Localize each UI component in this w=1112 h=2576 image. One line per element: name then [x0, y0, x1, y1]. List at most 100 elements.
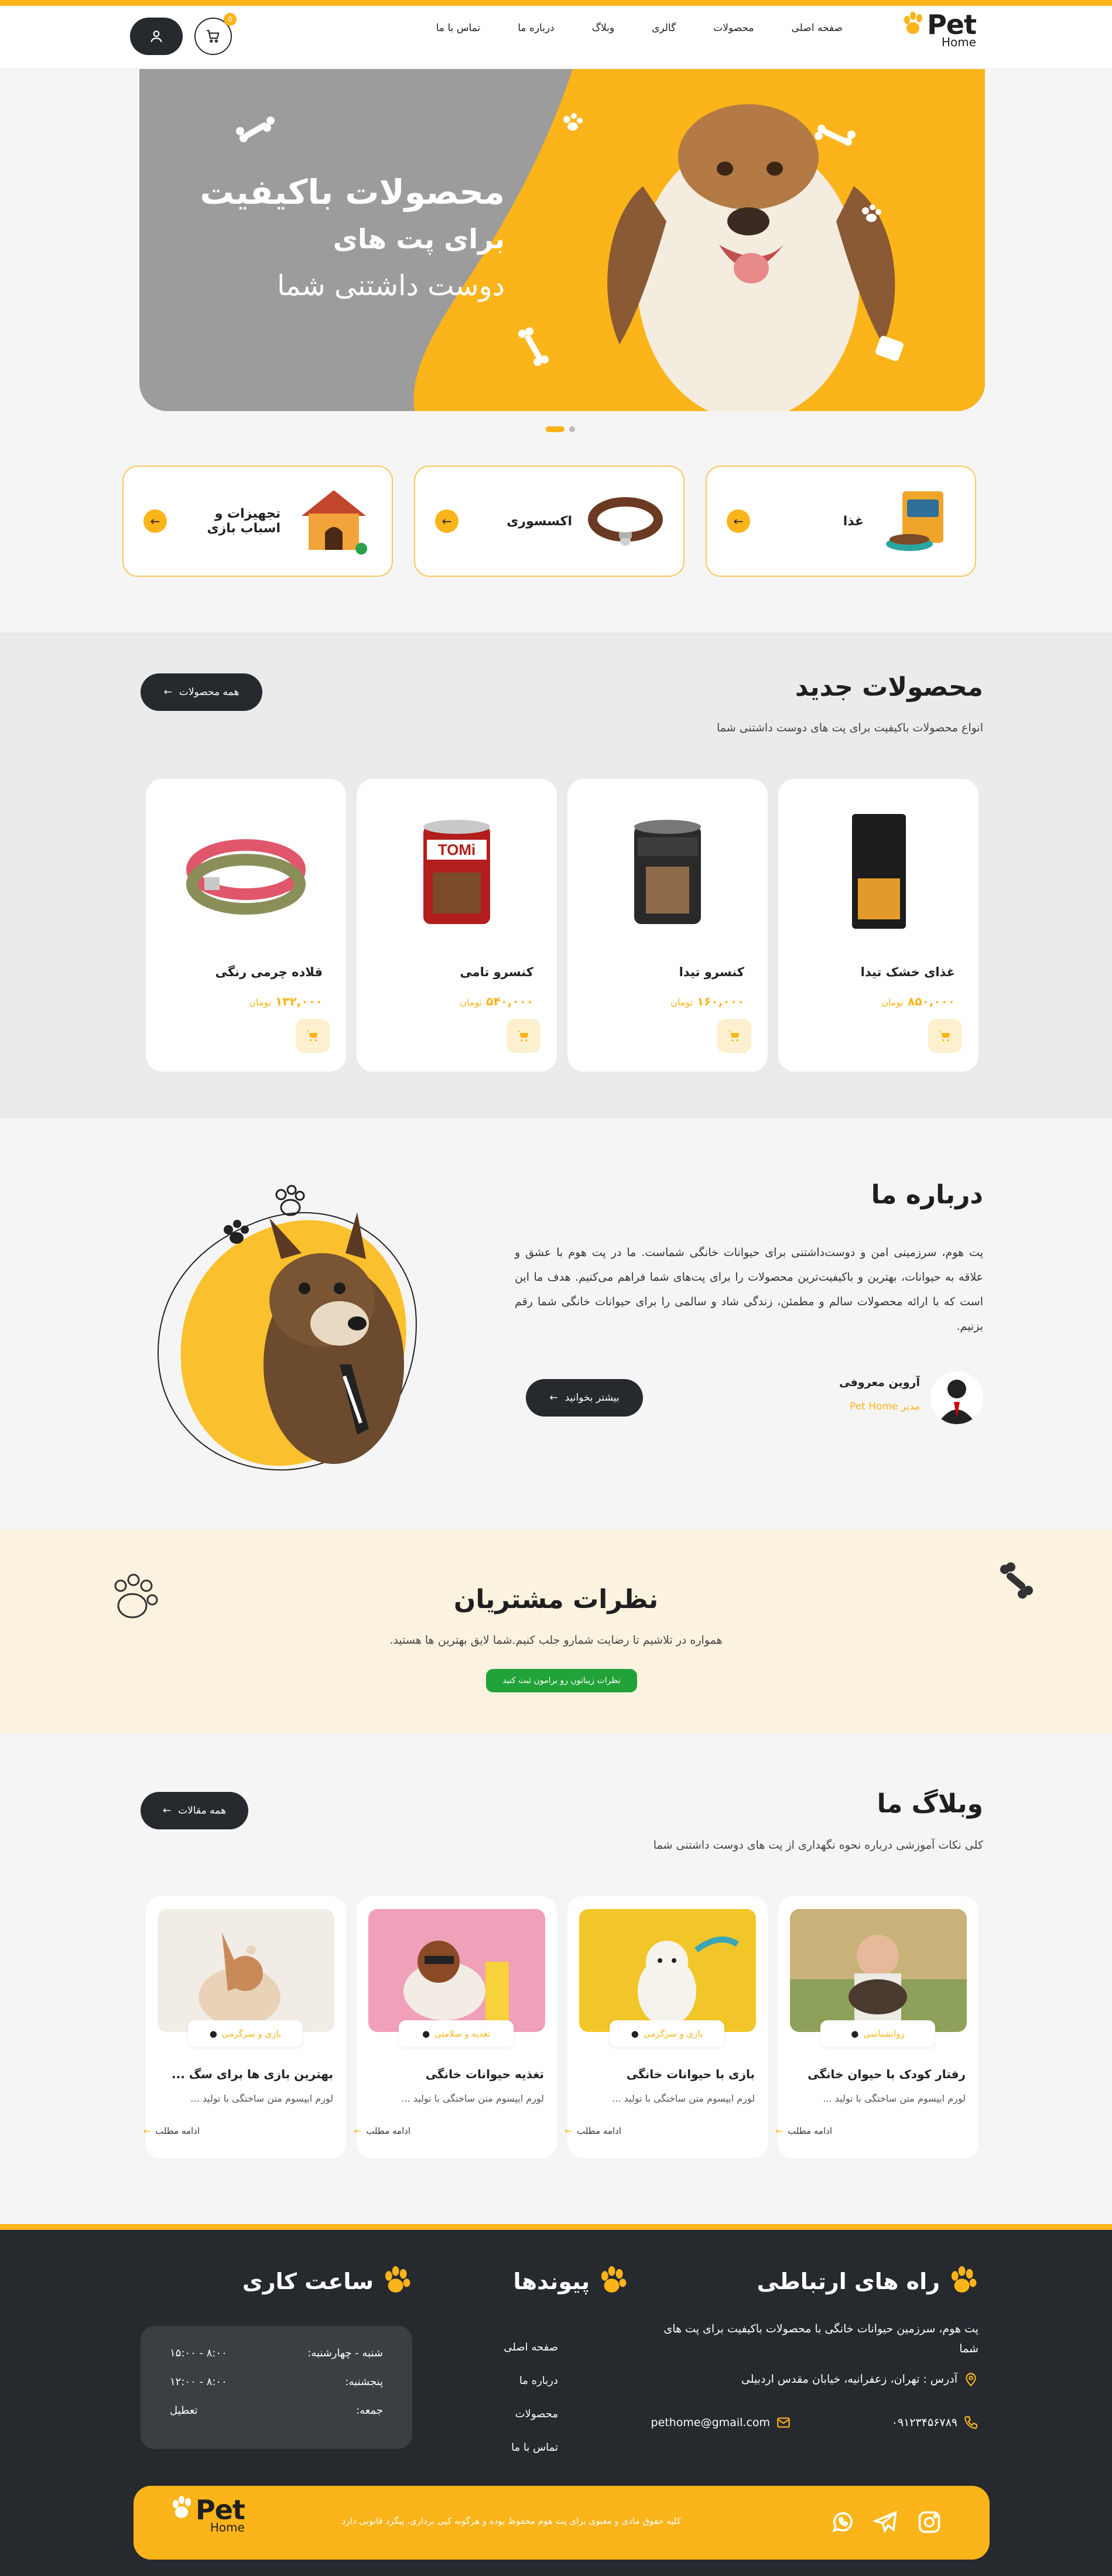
hero-headline: محصولات باکیفیت برای پت های دوست داشتنی … [200, 169, 505, 309]
all-products-button[interactable]: همه محصولات ← [141, 673, 262, 711]
paw-icon: ● [851, 2028, 859, 2039]
footer-logo[interactable]: Pet Home [170, 2496, 245, 2534]
product-image: TOMi [423, 820, 490, 924]
add-to-cart-button[interactable] [928, 1019, 962, 1053]
arrow-left-icon: ← [564, 2126, 573, 2136]
user-icon [150, 30, 162, 43]
arrow-left-icon: ← [163, 686, 172, 698]
blog-desc: لورم ایپسوم متن ساختگی با تولید ... [612, 2093, 755, 2104]
whatsapp-icon[interactable] [830, 2509, 856, 2535]
paw-logo-icon [173, 2496, 191, 2518]
nav-home[interactable]: صفحه اصلی [792, 22, 843, 34]
product-name: قلاده چرمی رنگی [215, 965, 323, 979]
cart-icon [207, 30, 220, 43]
instagram-icon[interactable] [916, 2509, 942, 2535]
blog-read-more[interactable]: ادامه مطلب ← [776, 2126, 832, 2136]
all-articles-button[interactable]: همه مقالات ← [141, 1792, 248, 1829]
arrow-left-icon: ← [162, 1805, 172, 1816]
read-more-button[interactable]: بیشتر بخوانید ← [526, 1379, 643, 1417]
product-card[interactable]: غذای خشک تیدا ۸۵۰,۰۰۰ تومان [778, 779, 978, 1072]
product-image [186, 839, 306, 915]
arrow-left-icon: ← [143, 2126, 151, 2136]
paw-icon [951, 2266, 977, 2293]
testimonials-title: نظرات مشتریان [453, 1585, 659, 1614]
add-to-cart-button[interactable] [507, 1019, 540, 1053]
user-account-button[interactable] [130, 18, 183, 55]
footer-link-contact[interactable]: تماس با ما [504, 2431, 558, 2464]
all-articles-label: همه مقالات [178, 1805, 227, 1816]
blog-read-more[interactable]: ادامه مطلب ← [565, 2126, 621, 2136]
footer-hours-title: ساعت کاری [242, 2266, 412, 2297]
blog-card[interactable]: تغذیه و سلامتی ● تغذیه حیوانات خانگی لورم… [354, 1896, 557, 2158]
product-card[interactable]: TOMi کنسرو تامی ۵۴۰,۰۰۰ تومان [357, 779, 557, 1072]
top-accent-bar [0, 0, 1112, 6]
svg-text:TOMi: TOMi [438, 841, 476, 858]
cart-icon [728, 1031, 740, 1042]
footer-link-products[interactable]: محصولات [504, 2397, 558, 2431]
slider-dot[interactable] [569, 426, 575, 432]
arrow-left-icon: ← [775, 2126, 783, 2136]
location-icon [966, 2373, 976, 2387]
add-to-cart-button[interactable] [296, 1019, 330, 1053]
paw-icon [385, 2266, 410, 2293]
hero-banner: محصولات باکیفیت برای پت های دوست داشتنی … [139, 69, 985, 411]
arrow-left-icon[interactable]: ← [435, 509, 459, 533]
nav-about[interactable]: درباره ما [518, 22, 555, 34]
product-name: کنسرو تیدا [679, 965, 744, 979]
hero-line-3: دوست داشتنی شما [277, 269, 505, 302]
product-card[interactable]: قلاده چرمی رنگی ۱۳۲,۰۰۰ تومان [146, 779, 346, 1072]
blog-card[interactable]: بازی و سرگرمی ● بهترین بازی ها برای سگ ..… [143, 1896, 346, 2158]
product-price: ۱۳۲,۰۰۰ تومان [249, 994, 323, 1008]
blog-title: وبلاگ ما [877, 1789, 983, 1819]
telegram-icon[interactable] [873, 2509, 899, 2535]
blog-title-text: تغذیه حیوانات خانگی [425, 2067, 544, 2081]
mail-icon [777, 2417, 790, 2428]
category-card-food[interactable]: غذا ← [706, 466, 976, 577]
about-title: درباره ما [871, 1180, 983, 1210]
submit-review-button[interactable]: نظرات زیباتون رو برامون ثبت کنید [486, 1669, 637, 1692]
blog-read-more[interactable]: ادامه مطلب ← [143, 2126, 200, 2136]
footer-links-title: پیوندها [514, 2266, 628, 2297]
blog-read-more[interactable]: ادامه مطلب ← [354, 2126, 410, 2136]
nav-contact[interactable]: تماس با ما [436, 22, 481, 34]
product-image [634, 820, 701, 924]
blog-image [579, 1909, 756, 2032]
site-logo[interactable]: Pet Home [901, 11, 977, 49]
paw-outline-icon [114, 1573, 158, 1619]
category-card-toys[interactable]: تجهیزات و اسباب بازی ← [122, 466, 393, 577]
category-card-accessory[interactable]: اکسسوری ← [414, 466, 685, 577]
blog-tag: روانشناسی ● [820, 2020, 935, 2047]
blog-desc: لورم ایپسوم متن ساختگی با تولید ... [190, 2093, 333, 2104]
testimonials-section [0, 1530, 1112, 1733]
blog-title-text: رفتار کودک با حیوان خانگی [808, 2067, 966, 2081]
blog-title-text: بازی با حیوانات خانگی [626, 2067, 755, 2081]
arrow-left-icon[interactable]: ← [727, 509, 750, 533]
blog-card[interactable]: روانشناسی ● رفتار کودک با حیوان خانگی لور… [776, 1896, 978, 2158]
category-label: تجهیزات و اسباب بازی [207, 507, 280, 536]
arrow-left-icon[interactable]: ← [143, 509, 167, 533]
about-text: پت هوم، سرزمینی امن و دوست‌داشتنی برای ح… [515, 1246, 983, 1333]
footer-email[interactable]: pethome@gmail.com [651, 2413, 791, 2433]
blog-image [790, 1909, 967, 2032]
add-to-cart-button[interactable] [717, 1019, 751, 1053]
footer-link-home[interactable]: صفحه اصلی [504, 2331, 558, 2364]
products-title: محصولات جدید [795, 672, 983, 702]
blog-card[interactable]: بازی و سرگرمی ● بازی با حیوانات خانگی لور… [565, 1896, 768, 2158]
nav-gallery[interactable]: گالری [652, 22, 676, 34]
main-nav: صفحه اصلی محصولات گالری وبلاگ درباره ما … [436, 22, 843, 34]
nav-products[interactable]: محصولات [713, 22, 754, 34]
blog-title-text: بهترین بازی ها برای سگ ... [172, 2067, 333, 2081]
paw-icon [601, 2266, 627, 2293]
footer-phone[interactable]: ۰۹۱۲۳۴۵۶۷۸۹ [892, 2413, 978, 2433]
author-name: آروین معروفی [839, 1376, 920, 1389]
slider-dot-active[interactable] [546, 426, 564, 432]
user-icon [937, 1380, 976, 1424]
author-role: مدیر Pet Home [850, 1401, 920, 1412]
nav-blog[interactable]: وبلاگ [592, 22, 614, 34]
hours-row: شنبه - چهارشنبه: ۸:۰۰ - ۱۵:۰۰ [170, 2347, 383, 2359]
product-name: کنسرو تامی [460, 965, 533, 979]
footer-link-about[interactable]: درباره ما [504, 2364, 558, 2397]
paw-icon: ● [631, 2028, 639, 2039]
product-card[interactable]: کنسرو تیدا ۱۶۰,۰۰۰ تومان [567, 779, 768, 1072]
product-image [852, 814, 906, 929]
